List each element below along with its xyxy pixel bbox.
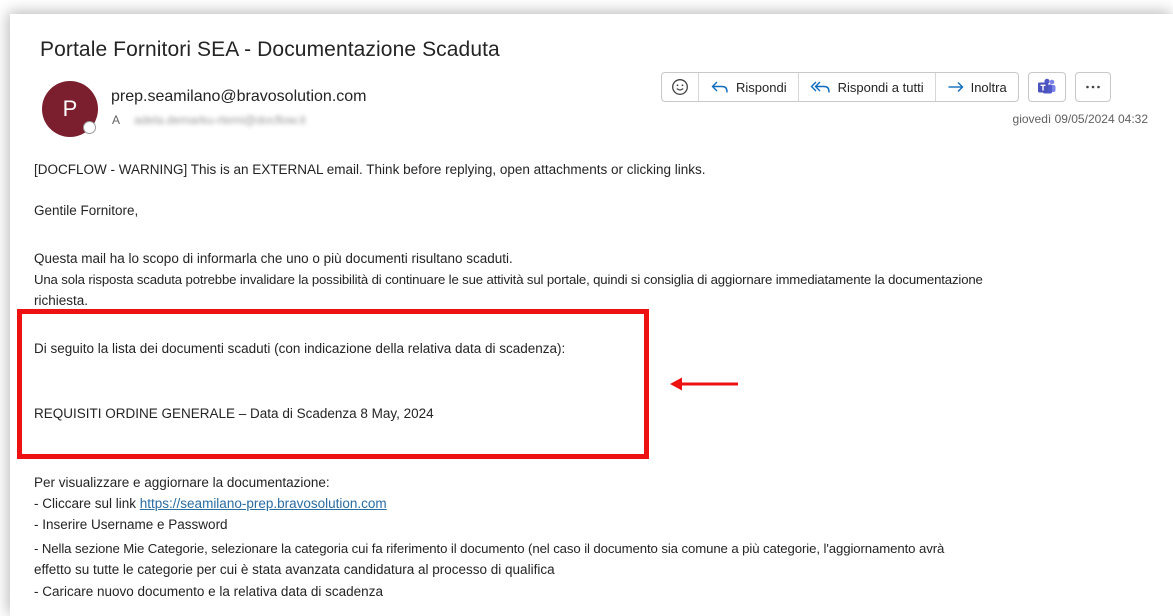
to-label: A xyxy=(112,113,121,127)
more-action[interactable] xyxy=(1076,73,1110,101)
avatar-initial: P xyxy=(62,96,78,121)
step-text: - Cliccare sul link xyxy=(34,496,140,511)
action-button-group: Rispondi Rispondi a tutti Inoltra xyxy=(661,72,1019,102)
reply-all-label: Rispondi a tutti xyxy=(837,79,924,95)
recipients-row: A adela.demarku-rtemi@docflow.it xyxy=(112,113,306,127)
forward-label: Inoltra xyxy=(970,79,1007,95)
instruction-step: - Nella sezione Mie Categorie, seleziona… xyxy=(34,541,945,556)
teams-icon xyxy=(1037,78,1057,96)
reply-label: Rispondi xyxy=(736,79,787,95)
instruction-step: - Inserire Username e Password xyxy=(34,517,228,532)
reaction-button[interactable] xyxy=(662,73,698,101)
sender-address[interactable]: prep.seamilano@bravosolution.com xyxy=(111,88,366,106)
reply-icon xyxy=(710,79,730,95)
instruction-step: - Caricare nuovo documento e la relativa… xyxy=(34,584,383,599)
highlight-annotation-box xyxy=(17,309,649,459)
instructions-intro: Per visualizzare e aggiornare la documen… xyxy=(34,475,330,490)
paragraph-line: Una sola risposta scaduta potrebbe inval… xyxy=(34,272,983,287)
reply-all-icon xyxy=(810,79,832,95)
presence-status-icon xyxy=(83,121,96,134)
portal-link[interactable]: https://seamilano-prep.bravosolution.com xyxy=(140,496,387,511)
more-icon xyxy=(1084,78,1102,96)
annotation-arrow-icon xyxy=(670,377,738,391)
reply-button[interactable]: Rispondi xyxy=(698,73,798,101)
forward-button[interactable]: Inoltra xyxy=(934,73,1018,101)
message-toolbar: Rispondi Rispondi a tutti Inoltra xyxy=(661,72,1111,102)
email-subject: Portale Fornitori SEA - Documentazione S… xyxy=(40,38,500,61)
external-warning-text: [DOCFLOW - WARNING] This is an EXTERNAL … xyxy=(34,162,706,177)
more-actions-button[interactable] xyxy=(1074,72,1111,102)
recipient-address[interactable]: adela.demarku-rtemi@docflow.it xyxy=(134,113,306,127)
reply-all-button[interactable]: Rispondi a tutti xyxy=(797,73,935,101)
smiley-icon xyxy=(671,78,689,96)
instruction-step: - Cliccare sul link https://seamilano-pr… xyxy=(34,494,387,514)
forward-arrow-icon xyxy=(947,79,965,95)
received-date: giovedì 09/05/2024 04:32 xyxy=(1012,112,1148,126)
teams-button[interactable] xyxy=(1027,72,1066,102)
paragraph-line: richiesta. xyxy=(34,293,89,308)
paragraph-line: Questa mail ha lo scopo di informarla ch… xyxy=(34,251,513,266)
teams-action[interactable] xyxy=(1029,73,1065,101)
instruction-step: effetto su tutte le categorie per cui è … xyxy=(34,562,555,577)
greeting-text: Gentile Fornitore, xyxy=(34,203,139,218)
